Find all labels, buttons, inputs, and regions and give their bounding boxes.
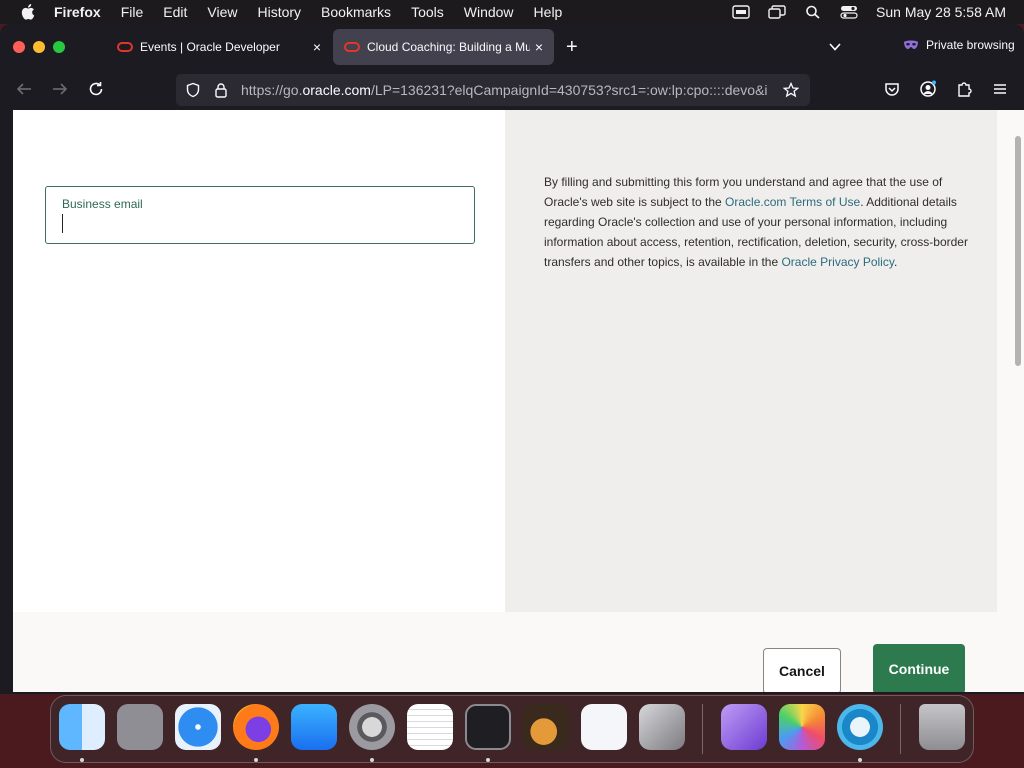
- tracking-protection-shield-icon[interactable]: [185, 82, 201, 98]
- tab-bar: Events | Oracle Developer × Cloud Coachi…: [0, 24, 1024, 70]
- photos-icon[interactable]: [779, 704, 825, 750]
- boot-camp-icon[interactable]: [639, 704, 685, 750]
- app-menu-firefox[interactable]: Firefox: [54, 4, 101, 20]
- private-browsing-label: Private browsing: [926, 38, 1015, 52]
- back-arrow-icon[interactable]: [15, 80, 33, 98]
- control-center-icon[interactable]: [840, 5, 858, 19]
- terms-of-use-link[interactable]: Oracle.com Terms of Use: [725, 195, 860, 209]
- running-indicator: [858, 758, 862, 762]
- form-footer: [13, 612, 1013, 692]
- apple-menu-icon[interactable]: [18, 4, 40, 20]
- cancel-button[interactable]: Cancel: [763, 648, 841, 692]
- url-host: oracle.com: [302, 82, 371, 98]
- address-bar[interactable]: https://go.oracle.com/LP=136231?elqCampa…: [176, 74, 810, 106]
- oracle-favicon-icon: [344, 42, 360, 52]
- tab-events-oracle-developer[interactable]: Events | Oracle Developer ×: [106, 29, 332, 65]
- spotlight-search-icon[interactable]: [804, 5, 822, 19]
- close-window-button[interactable]: [13, 41, 25, 53]
- menu-bar: Firefox File Edit View History Bookmarks…: [0, 0, 1024, 24]
- legal-panel: By filling and submitting this form you …: [505, 110, 997, 612]
- business-email-field[interactable]: Business email: [45, 186, 475, 244]
- menu-bookmarks[interactable]: Bookmarks: [321, 4, 391, 20]
- continue-button[interactable]: Continue: [873, 644, 965, 692]
- form-panel: Business email: [13, 110, 505, 612]
- tab-title: Cloud Coaching: Building a Multi: [367, 40, 530, 54]
- launchpad-icon[interactable]: [117, 704, 163, 750]
- extensions-puzzle-icon[interactable]: [955, 80, 973, 98]
- app-store-icon[interactable]: [291, 704, 337, 750]
- business-email-input[interactable]: [62, 215, 462, 235]
- page-viewport: Business email By filling and submitting…: [13, 110, 1013, 692]
- firefox-icon[interactable]: [233, 704, 279, 750]
- reload-icon[interactable]: [87, 80, 105, 98]
- menu-view[interactable]: View: [207, 4, 237, 20]
- tab-cloud-coaching[interactable]: Cloud Coaching: Building a Multi ×: [333, 29, 554, 65]
- menu-window[interactable]: Window: [464, 4, 514, 20]
- running-indicator: [254, 758, 258, 762]
- list-all-tabs-chevron-down-icon[interactable]: [828, 40, 842, 54]
- legal-notice: By filling and submitting this form you …: [544, 172, 969, 272]
- forward-arrow-icon[interactable]: [51, 80, 69, 98]
- screen-mirroring-icon[interactable]: [768, 5, 786, 19]
- browser-window: Events | Oracle Developer × Cloud Coachi…: [0, 24, 1024, 694]
- running-indicator: [80, 758, 84, 762]
- dock: [50, 695, 974, 763]
- app-icon[interactable]: [837, 704, 883, 750]
- safari-icon[interactable]: [175, 704, 221, 750]
- legal-text-part-3: .: [893, 255, 898, 269]
- visual-studio-icon[interactable]: [721, 704, 767, 750]
- dock-separator: [900, 704, 901, 754]
- tab-close-icon[interactable]: ×: [308, 39, 326, 55]
- garageband-icon[interactable]: [523, 704, 569, 750]
- url-path: /LP=136231?elqCampaignId=430753?src1=:ow…: [370, 82, 768, 98]
- scrollbar-thumb[interactable]: [1015, 136, 1021, 366]
- wallet-icon[interactable]: [732, 5, 750, 19]
- running-indicator: [370, 758, 374, 762]
- finder-icon[interactable]: [59, 704, 105, 750]
- minimize-window-button[interactable]: [33, 41, 45, 53]
- vscode-icon[interactable]: [581, 704, 627, 750]
- url-text[interactable]: https://go.oracle.com/LP=136231?elqCampa…: [241, 82, 781, 98]
- menu-tools[interactable]: Tools: [411, 4, 444, 20]
- navigation-toolbar: https://go.oracle.com/LP=136231?elqCampa…: [0, 70, 1024, 110]
- account-icon[interactable]: [919, 80, 937, 98]
- terminal-icon[interactable]: [465, 704, 511, 750]
- menu-edit[interactable]: Edit: [163, 4, 187, 20]
- menu-file[interactable]: File: [121, 4, 144, 20]
- pocket-icon[interactable]: [883, 80, 901, 98]
- hamburger-menu-icon[interactable]: [991, 80, 1009, 98]
- business-email-label: Business email: [62, 197, 143, 211]
- menu-help[interactable]: Help: [534, 4, 563, 20]
- tab-close-icon[interactable]: ×: [530, 39, 548, 55]
- textedit-icon[interactable]: [407, 704, 453, 750]
- running-indicator: [486, 758, 490, 762]
- text-cursor: [62, 214, 63, 233]
- url-prefix: https://go.: [241, 82, 303, 98]
- dock-separator: [702, 704, 703, 754]
- tab-title: Events | Oracle Developer: [140, 40, 280, 54]
- new-tab-button[interactable]: +: [566, 37, 578, 57]
- zoom-window-button[interactable]: [53, 41, 65, 53]
- lock-icon[interactable]: [213, 82, 229, 98]
- private-mask-icon: [904, 40, 918, 49]
- privacy-policy-link[interactable]: Oracle Privacy Policy: [781, 255, 893, 269]
- menu-history[interactable]: History: [257, 4, 301, 20]
- bookmark-star-icon[interactable]: [783, 82, 799, 98]
- menubar-clock[interactable]: Sun May 28 5:58 AM: [876, 4, 1006, 20]
- private-browsing-indicator: Private browsing: [903, 38, 1015, 52]
- system-settings-icon[interactable]: [349, 704, 395, 750]
- oracle-favicon-icon: [117, 42, 133, 52]
- trash-icon[interactable]: [919, 704, 965, 750]
